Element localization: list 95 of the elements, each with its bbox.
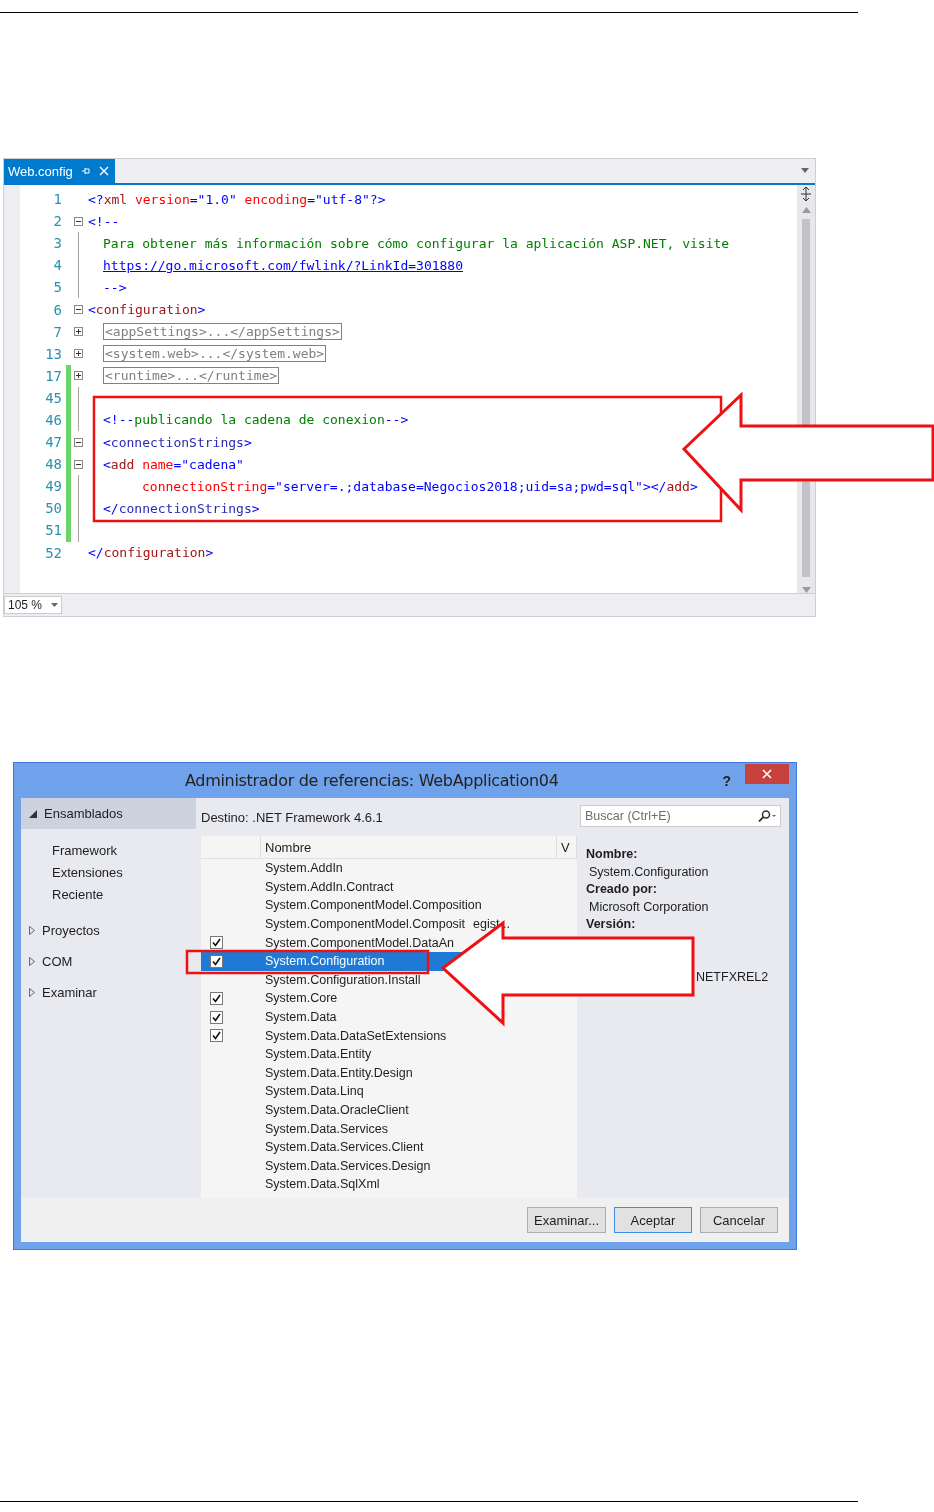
- detail-value: System.Configuration: [588, 864, 710, 881]
- checkbox-tick-icon[interactable]: [210, 1029, 223, 1043]
- collapsed-triangle-icon[interactable]: [29, 988, 35, 997]
- checkbox-tick-icon[interactable]: [210, 1010, 223, 1024]
- line-number: 7: [52, 323, 62, 340]
- line-number: 52: [44, 544, 62, 561]
- code-line: -->: [103, 279, 127, 295]
- dialog-button[interactable]: Cancelar: [700, 1207, 778, 1233]
- dialog-button[interactable]: Aceptar: [614, 1207, 692, 1233]
- zoom-dropdown[interactable]: 105 %: [4, 596, 62, 614]
- assembly-name: System.ComponentModel.Composition: [265, 898, 482, 913]
- expand-icon[interactable]: [74, 349, 83, 359]
- collapse-icon[interactable]: [74, 437, 83, 447]
- line-number: 51: [44, 522, 62, 539]
- checkbox-tick-icon[interactable]: [210, 954, 223, 968]
- assembly-name: System.Data: [265, 1010, 337, 1025]
- line-number: 48: [44, 456, 62, 473]
- code-line: </configuration>: [88, 545, 214, 561]
- file-tab[interactable]: Web.config: [4, 159, 115, 183]
- nav-item[interactable]: Reciente: [21, 883, 196, 905]
- assembly-name: System.Core: [265, 991, 338, 1006]
- code-line: <!--publicando la cadena de conexion-->: [103, 412, 409, 428]
- search-field[interactable]: Buscar (Ctrl+E): [580, 805, 781, 827]
- detail-label: Versión:: [586, 917, 637, 933]
- assembly-name: System.Configuration.Install: [265, 972, 421, 987]
- code-line: Para obtener más información sobre cómo configurar la aplicación ASP.NET, visite: [103, 235, 730, 251]
- nav-item[interactable]: Examinar: [21, 977, 196, 1008]
- close-icon[interactable]: [98, 166, 109, 176]
- code-line: </connectionStrings>: [103, 500, 260, 516]
- line-number: 17: [44, 367, 62, 384]
- assembly-name: System.Data.Services.Client: [265, 1140, 424, 1155]
- assembly-name: System.Data.Linq: [265, 1084, 364, 1099]
- line-number: 47: [44, 434, 62, 451]
- line-number: 2: [52, 213, 62, 230]
- line-number: 50: [44, 500, 62, 517]
- collapsed-triangle-icon[interactable]: [29, 926, 35, 935]
- dialog-title: Administrador de referencias: WebApplication04: [183, 771, 560, 790]
- dropdown-caret-icon[interactable]: [801, 168, 809, 173]
- assembly-name: System.Data.SqlXml: [265, 1177, 380, 1192]
- assembly-name: System.Data.Entity.Design: [265, 1065, 413, 1080]
- line-number: 13: [44, 345, 62, 362]
- nav-item[interactable]: Ensamblados: [21, 798, 196, 829]
- line-number: 46: [44, 412, 62, 428]
- expand-icon[interactable]: [74, 371, 83, 381]
- line-number: 3: [52, 235, 62, 252]
- line-number: 49: [44, 478, 62, 495]
- collapse-icon[interactable]: [74, 459, 83, 469]
- code-line: <add name="cadena": [103, 456, 244, 472]
- nav-item[interactable]: Framework: [21, 839, 196, 861]
- dropdown-caret-icon[interactable]: [51, 603, 58, 607]
- assembly-name: System.Data.DataSetExtensions: [265, 1028, 447, 1043]
- assembly-name: System.ComponentModel.DataAn: [265, 935, 454, 950]
- column-header[interactable]: V: [557, 836, 577, 858]
- dialog-button[interactable]: Examinar...: [527, 1207, 606, 1233]
- pin-icon[interactable]: [80, 166, 91, 176]
- code-line: <?xml version="1.0" encoding="utf-8"?>: [88, 191, 386, 207]
- nav-item[interactable]: Proyectos: [21, 915, 196, 946]
- nav-item[interactable]: COM: [21, 946, 196, 977]
- collapse-icon[interactable]: [74, 216, 83, 226]
- code-line: https://go.microsoft.com/fwlink/?LinkId=301880: [103, 257, 464, 273]
- detail-label: Creado por:: [586, 882, 658, 898]
- close-button[interactable]: [745, 763, 789, 784]
- code-line: <configuration>: [88, 302, 206, 317]
- collapse-icon[interactable]: [74, 305, 83, 314]
- code-line: <!--: [88, 213, 120, 229]
- column-header[interactable]: Nombre: [261, 836, 557, 858]
- code-line: <connectionStrings>: [103, 434, 252, 450]
- split-icon[interactable]: [800, 187, 812, 201]
- close-icon: [762, 768, 772, 779]
- assembly-name: System.Data.Services.Design: [265, 1158, 431, 1173]
- line-number: 1: [52, 191, 62, 208]
- assembly-name: System.ComponentModel.Composit: [265, 917, 466, 932]
- help-button[interactable]: ?: [722, 772, 731, 789]
- detail-value: Microsoft Corporation: [588, 899, 710, 916]
- checkbox-tick-icon[interactable]: [210, 991, 223, 1005]
- line-number: 6: [52, 301, 62, 318]
- expand-icon[interactable]: [74, 327, 83, 337]
- line-number: 5: [52, 279, 62, 296]
- checkbox-tick-icon[interactable]: [210, 936, 223, 950]
- assembly-name: System.AddIn.Contract: [265, 879, 394, 894]
- code-line: connectionString="server=.;database=Negocios2018;uid=sa;pwd=sql"></add>: [142, 478, 698, 494]
- line-number: 45: [44, 389, 62, 406]
- assembly-name: System.Configuration: [265, 954, 385, 969]
- collapsed-triangle-icon[interactable]: [29, 957, 35, 966]
- detail-label: Nombre:: [586, 847, 639, 863]
- search-icon[interactable]: [758, 810, 776, 822]
- target-framework-label: Destino: .NET Framework 4.6.1: [200, 808, 384, 827]
- assembly-name: System.Data.Services: [265, 1121, 388, 1136]
- assembly-name: System.AddIn: [265, 861, 343, 876]
- expanded-triangle-icon[interactable]: [29, 809, 37, 818]
- assembly-name: System.Data.OracleClient: [265, 1103, 409, 1117]
- assembly-name: System.Data.Entity: [265, 1047, 372, 1062]
- line-number: 4: [52, 257, 62, 274]
- nav-item[interactable]: Extensiones: [21, 861, 196, 883]
- detail-value: NETFXREL2: [695, 969, 770, 986]
